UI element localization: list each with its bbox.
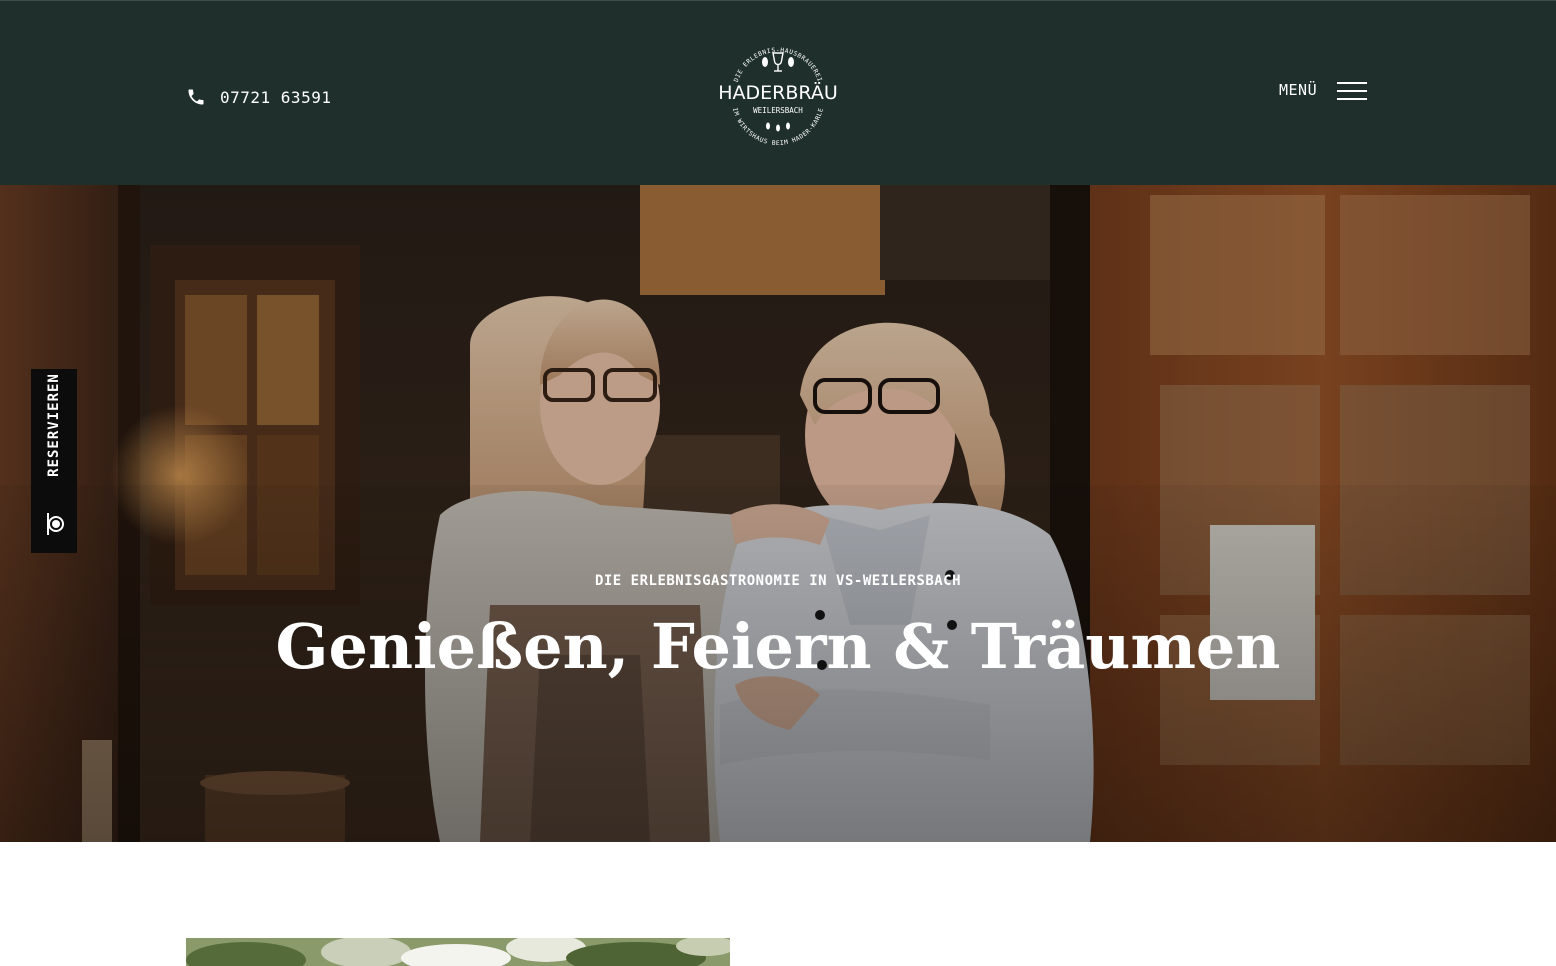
reserve-button[interactable]: RESERVIEREN [31,369,77,553]
menu-toggle[interactable]: MENÜ [1279,79,1368,101]
plate-cutlery-icon [44,511,64,537]
phone-number: 07721 63591 [220,87,332,107]
content-image [186,938,730,966]
hero-title: Genießen, Feiern & Träumen [275,610,1281,683]
logo-wordmark: HADERBRÄU [718,81,838,104]
phone-icon [186,87,206,107]
phone-link[interactable]: 07721 63591 [186,87,331,107]
hero-photo [0,185,1556,842]
hamburger-menu-icon [1337,79,1368,101]
hero-section: DIE ERLEBNISGASTRONOMIE IN VS-WEILERSBAC… [0,185,1556,842]
logo-glass-icon [772,52,784,72]
reserve-label: RESERVIEREN [46,373,62,477]
logo-location: WEILERSBACH [753,106,803,115]
site-header: 07721 63591 DIE ERLEBNIS-HAUSBRAUEREI IM… [0,0,1556,185]
site-logo[interactable]: DIE ERLEBNIS-HAUSBRAUEREI IM WIRTSHAUS B… [718,29,838,159]
logo-bottom-icons [766,122,790,132]
menu-label: MENÜ [1279,81,1318,99]
hero-eyebrow: DIE ERLEBNISGASTRONOMIE IN VS-WEILERSBAC… [594,573,962,589]
